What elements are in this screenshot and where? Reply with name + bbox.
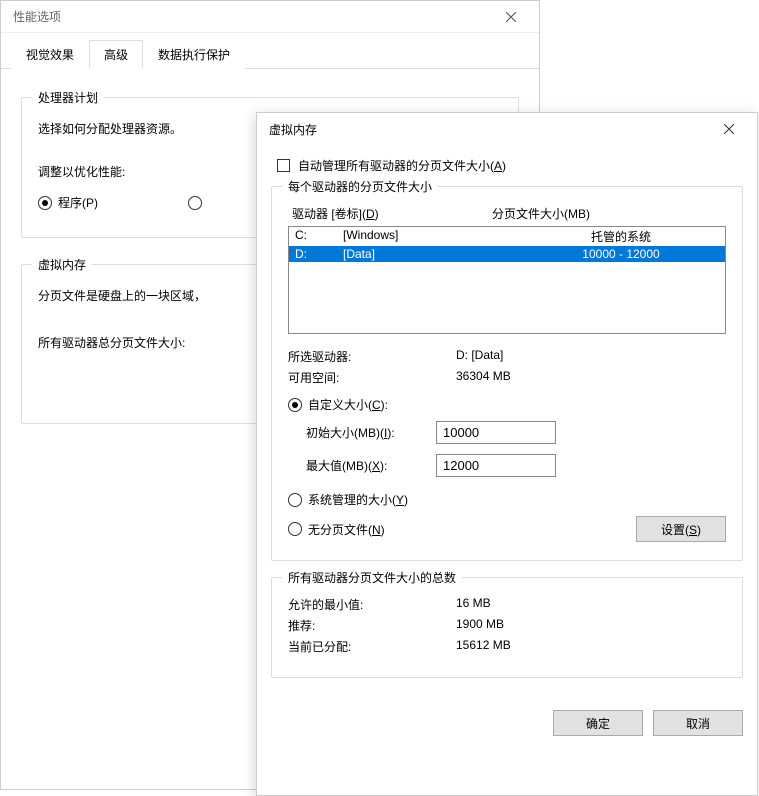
drive-label: [Windows] — [343, 228, 523, 245]
virtual-memory-window: 虚拟内存 自动管理所有驱动器的分页文件大小(A) 每个驱动器的分页文件大小 驱动… — [256, 112, 758, 796]
initial-size-label: 初始大小(MB)(I): — [288, 424, 436, 441]
min-allowed-label: 允许的最小值: — [288, 596, 456, 613]
drive-label: [Data] — [343, 247, 523, 261]
selected-drive-label: 所选驱动器: — [288, 348, 456, 365]
free-space-label: 可用空间: — [288, 369, 456, 386]
titlebar: 虚拟内存 — [257, 113, 757, 145]
initial-size-row: 初始大小(MB)(I): — [288, 421, 726, 444]
max-size-row: 最大值(MB)(X): — [288, 454, 726, 477]
programs-radio-label: 程序(P) — [58, 194, 98, 211]
current-label: 当前已分配: — [288, 638, 456, 655]
totals-group-title: 所有驱动器分页文件大小的总数 — [282, 569, 462, 586]
drive-size: 托管的系统 — [523, 228, 719, 245]
processor-group-title: 处理器计划 — [32, 89, 104, 106]
custom-size-row: 自定义大小(C): — [288, 396, 726, 413]
recommended-row: 推荐: 1900 MB — [288, 617, 726, 634]
ok-button[interactable]: 确定 — [553, 710, 643, 736]
no-paging-row: 无分页文件(N) 设置(S) — [288, 516, 726, 542]
front-dialog-buttons: 确定 取消 — [257, 692, 757, 748]
tab-dep[interactable]: 数据执行保护 — [143, 40, 245, 69]
recommended-value: 1900 MB — [456, 617, 504, 634]
custom-size-label: 自定义大小(C): — [308, 396, 388, 413]
drive-letter: D: — [295, 247, 343, 261]
drives-group: 每个驱动器的分页文件大小 驱动器 [卷标](D) 分页文件大小(MB) C: [… — [271, 186, 743, 561]
front-body: 自动管理所有驱动器的分页文件大小(A) 每个驱动器的分页文件大小 驱动器 [卷标… — [257, 145, 757, 692]
window-title: 性能选项 — [13, 8, 61, 25]
background-radio[interactable] — [188, 196, 202, 210]
auto-manage-row: 自动管理所有驱动器的分页文件大小(A) — [277, 157, 743, 174]
tab-advanced[interactable]: 高级 — [89, 40, 143, 69]
close-icon[interactable] — [709, 119, 749, 139]
auto-manage-checkbox[interactable] — [277, 159, 290, 172]
system-managed-label: 系统管理的大小(Y) — [308, 491, 408, 508]
drive-letter: C: — [295, 228, 343, 245]
vm-group-title: 虚拟内存 — [32, 256, 92, 273]
auto-manage-label: 自动管理所有驱动器的分页文件大小(A) — [298, 157, 506, 174]
drive-col-label: 驱动器 [卷标](D) — [292, 205, 492, 222]
window-title: 虚拟内存 — [269, 121, 317, 138]
drive-list[interactable]: C: [Windows] 托管的系统 D: [Data] 10000 - 120… — [288, 226, 726, 334]
tab-visual-effects[interactable]: 视觉效果 — [11, 40, 89, 69]
no-paging-label: 无分页文件(N) — [308, 521, 385, 538]
drive-row-c[interactable]: C: [Windows] 托管的系统 — [289, 227, 725, 246]
current-row: 当前已分配: 15612 MB — [288, 638, 726, 655]
system-managed-row: 系统管理的大小(Y) — [288, 491, 726, 508]
current-value: 15612 MB — [456, 638, 511, 655]
cancel-button[interactable]: 取消 — [653, 710, 743, 736]
drives-group-title: 每个驱动器的分页文件大小 — [282, 178, 438, 195]
set-button[interactable]: 设置(S) — [636, 516, 726, 542]
close-icon[interactable] — [491, 7, 531, 27]
totals-group: 所有驱动器分页文件大小的总数 允许的最小值: 16 MB 推荐: 1900 MB… — [271, 577, 743, 678]
free-space-row: 可用空间: 36304 MB — [288, 369, 726, 386]
tab-strip: 视觉效果 高级 数据执行保护 — [1, 35, 539, 69]
min-allowed-value: 16 MB — [456, 596, 491, 613]
max-size-label: 最大值(MB)(X): — [288, 457, 436, 474]
min-allowed-row: 允许的最小值: 16 MB — [288, 596, 726, 613]
max-size-input[interactable] — [436, 454, 556, 477]
initial-size-input[interactable] — [436, 421, 556, 444]
system-managed-radio[interactable] — [288, 493, 302, 507]
custom-size-radio[interactable] — [288, 398, 302, 412]
drive-list-header: 驱动器 [卷标](D) 分页文件大小(MB) — [288, 205, 726, 222]
no-paging-radio[interactable] — [288, 522, 302, 536]
titlebar: 性能选项 — [1, 1, 539, 33]
selected-drive-value: D: [Data] — [456, 348, 503, 365]
drive-row-d[interactable]: D: [Data] 10000 - 12000 — [289, 246, 725, 262]
selected-drive-row: 所选驱动器: D: [Data] — [288, 348, 726, 365]
free-space-value: 36304 MB — [456, 369, 511, 386]
size-col-label: 分页文件大小(MB) — [492, 205, 722, 222]
programs-radio[interactable] — [38, 196, 52, 210]
drive-size: 10000 - 12000 — [523, 247, 719, 261]
recommended-label: 推荐: — [288, 617, 456, 634]
